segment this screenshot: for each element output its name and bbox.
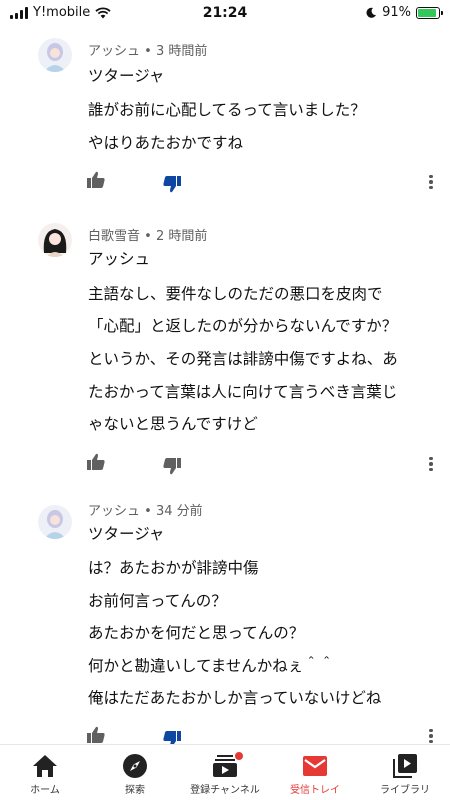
comment-line: というか、その発言は誹謗中傷ですよね、あ <box>88 350 398 368</box>
nav-inbox[interactable]: 受信トレイ <box>270 745 360 800</box>
thumbs-down-icon <box>163 176 181 193</box>
nav-home[interactable]: ホーム <box>0 745 90 800</box>
comment-line: 「心配」と返したのが分からないんですか？ <box>88 317 398 335</box>
thumbs-down-icon <box>163 458 181 475</box>
meta-separator: • <box>140 504 156 519</box>
comment-meta: 白歌雪音 • 2 時間前 <box>88 225 207 244</box>
comment-line: 誰がお前に心配してるって言いました？ <box>88 101 366 119</box>
comment-line: 何かと勘違いしてませんかねぇ＾＾ <box>88 657 335 675</box>
status-right: 91% <box>365 5 443 20</box>
thumbs-down-icon <box>163 731 181 744</box>
author-name[interactable]: 白歌雪音 <box>88 229 140 244</box>
battery-fill <box>418 8 437 17</box>
comment-time: 34 分前 <box>155 504 203 519</box>
nav-label: ホーム <box>30 785 60 796</box>
avatar[interactable] <box>38 223 72 257</box>
nav-library[interactable]: ライブラリ <box>360 745 450 800</box>
comment-line: は？あたおかが誹謗中傷 <box>88 559 259 577</box>
home-icon <box>32 753 58 779</box>
thumbs-up-icon <box>87 453 105 470</box>
battery-icon <box>416 6 443 19</box>
comment-time: 2 時間前 <box>155 229 208 244</box>
comment-line: 主語なし、要件なしのただの悪口を皮肉で <box>88 285 383 303</box>
more-options-icon[interactable] <box>426 453 436 475</box>
comment-line: ツタージャ <box>88 525 165 543</box>
comment-line: たおかって言葉は人に向けて言うべき言葉じ <box>88 383 398 401</box>
comment-line: お前何言ってんの？ <box>88 592 227 610</box>
notification-dot <box>234 751 244 761</box>
library-icon <box>392 753 418 779</box>
comment-meta: アッシュ • 34 分前 <box>88 500 203 519</box>
thumbs-up-icon <box>87 171 105 188</box>
nav-label: ライブラリ <box>380 785 430 796</box>
comment-item: アッシュ • 3 時間前 ツタージャ 誰がお前に心配してるって言いました？ やは… <box>0 26 450 211</box>
author-name[interactable]: アッシュ <box>88 44 140 59</box>
author-name[interactable]: アッシュ <box>88 504 140 519</box>
compass-icon <box>122 753 148 779</box>
nav-explore[interactable]: 探索 <box>90 745 180 800</box>
comment-meta: アッシュ • 3 時間前 <box>88 40 207 59</box>
inbox-icon <box>302 753 328 779</box>
bottom-nav: ホーム 探索 登録チャンネル 受信トレイ ライブラリ <box>0 744 450 800</box>
comment-line: ツタージャ <box>88 67 165 85</box>
status-bar: Y!mobile 21:24 91% <box>0 0 450 26</box>
nav-label: 探索 <box>125 785 145 796</box>
nav-label: 登録チャンネル <box>190 785 260 796</box>
moon-icon <box>366 7 377 18</box>
comment-time: 3 時間前 <box>155 44 208 59</box>
meta-separator: • <box>140 44 156 59</box>
comment-item: 白歌雪音 • 2 時間前 アッシュ 主語なし、要件なしのただの悪口を皮肉で 「心… <box>0 211 450 493</box>
dislike-button[interactable] <box>160 172 184 196</box>
nav-subscriptions[interactable]: 登録チャンネル <box>180 745 270 800</box>
like-button[interactable] <box>84 450 108 474</box>
nav-label: 受信トレイ <box>290 785 340 796</box>
comment-line: やはりあたおかですね <box>88 134 244 152</box>
like-button[interactable] <box>84 723 108 744</box>
battery-percent: 91% <box>382 5 411 20</box>
comment-line: あたおかを何だと思ってんの？ <box>88 624 305 642</box>
dislike-button[interactable] <box>160 727 184 744</box>
comment-line: アッシュ <box>88 250 151 268</box>
more-options-icon[interactable] <box>426 725 436 744</box>
like-button[interactable] <box>84 168 108 192</box>
comment-item: アッシュ • 34 分前 ツタージャ は？あたおかが誹謗中傷 お前何言ってんの？… <box>0 493 450 744</box>
comment-line: 俺はただあたおかしか言っていないけどね <box>88 689 382 707</box>
dislike-button[interactable] <box>160 454 184 478</box>
subscriptions-icon <box>212 751 244 779</box>
avatar[interactable] <box>38 38 72 72</box>
comment-thread: アッシュ • 3 時間前 ツタージャ 誰がお前に心配してるって言いました？ やは… <box>0 26 450 744</box>
comment-line: ゃないと思うんですけど <box>88 415 258 433</box>
meta-separator: • <box>140 229 156 244</box>
avatar[interactable] <box>38 505 72 539</box>
thumbs-up-icon <box>87 726 105 743</box>
more-options-icon[interactable] <box>426 171 436 193</box>
